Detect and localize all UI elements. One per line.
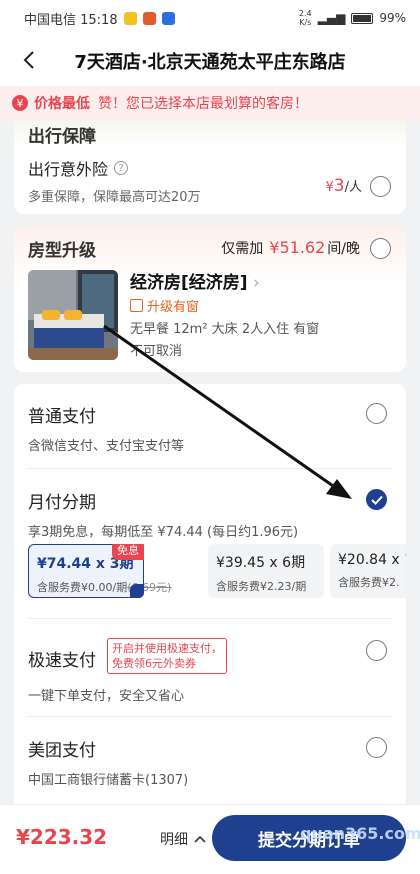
fast-pay-promo-tag: 开启并使用极速支付，免费领6元外卖券 — [107, 638, 227, 674]
payment-option-meituan[interactable]: 美团支付 中国工商银行储蓄卡(1307) — [28, 736, 392, 788]
payment-option-monthly[interactable]: 月付分期 享3期免息，每期低至 ¥74.44 (每日约1.96元) — [28, 488, 392, 540]
payment-methods-card: 普通支付 含微信支付、支付宝支付等 月付分期 享3期免息，每期低至 ¥74.44… — [14, 384, 406, 804]
lowest-price-banner: ¥ 价格最低 赞！您已选择本店最划算的客房！ — [0, 86, 420, 120]
payment-name: 月付分期 — [28, 493, 96, 513]
window-upgrade-tag: 升级有窗 — [130, 296, 199, 315]
banner-message: 赞！您已选择本店最划算的客房！ — [98, 96, 308, 112]
status-bar: 中国电信 15:18 2.4 K/s ▂▄▆ 99% — [0, 0, 420, 36]
carrier-time: 中国电信 15:18 — [24, 12, 118, 28]
upgrade-extra-price: 仅需加 ¥51.62 间/晚 — [221, 238, 360, 257]
insurance-name: 出行意外险 ? — [28, 156, 129, 180]
plan-3-months[interactable]: ¥74.44 x 3期 含服务费¥0.00/期(6.69元) 免息 — [28, 544, 171, 598]
window-icon — [130, 299, 143, 312]
monthly-payment-radio[interactable] — [366, 489, 387, 510]
divider — [28, 468, 392, 469]
fast-payment-radio[interactable] — [366, 640, 387, 661]
meituan-payment-radio[interactable] — [366, 737, 387, 758]
upgrade-radio[interactable] — [370, 238, 391, 259]
room-image[interactable] — [28, 270, 118, 360]
notification-icon — [142, 11, 156, 25]
installment-plans: ¥74.44 x 3期 含服务费¥0.00/期(6.69元) 免息 ¥39.45… — [28, 544, 406, 602]
check-icon — [370, 495, 383, 505]
payment-sub: 一键下单支付，安全又省心 — [28, 689, 185, 704]
payment-option-normal[interactable]: 普通支付 含微信支付、支付宝支付等 — [28, 402, 392, 454]
insurance-radio[interactable] — [370, 176, 391, 197]
divider — [28, 716, 392, 717]
cancel-policy: 不可取消 — [130, 344, 183, 359]
payment-sub: 享3期免息，每期低至 ¥74.44 (每日约1.96元) — [28, 525, 299, 540]
plan-6-months[interactable]: ¥39.45 x 6期 含服务费¥2.23/期 — [208, 544, 324, 598]
room-info: 无早餐 12m² 大床 2人入住 有窗 — [130, 322, 320, 337]
divider — [28, 618, 392, 619]
payment-name: 美团支付 — [28, 741, 96, 761]
plan-12-months[interactable]: ¥20.84 x 1 含服务费¥2. — [330, 544, 406, 598]
chevron-up-icon — [194, 835, 206, 843]
interest-free-badge: 免息 — [112, 544, 144, 560]
battery-level: 99% — [379, 11, 406, 25]
page-title: 7天酒店·北京天通苑太平庄东路店 — [74, 52, 346, 73]
insurance-desc: 多重保障，保障最高可达20万 — [28, 190, 201, 205]
price-detail-toggle[interactable]: 明细 — [160, 829, 206, 849]
payment-sub: 中国工商银行储蓄卡(1307) — [28, 773, 189, 788]
normal-payment-radio[interactable] — [366, 403, 387, 424]
signal-icon: ▂▄▆ — [317, 11, 346, 25]
notification-icon — [123, 11, 137, 25]
help-icon[interactable]: ? — [114, 161, 129, 175]
notification-icon — [161, 11, 175, 25]
network-speed: 2.4 K/s — [298, 9, 312, 27]
selected-corner-icon — [130, 584, 144, 598]
room-name-link[interactable]: 经济房[经济房] › — [130, 268, 260, 293]
payment-sub: 含微信支付、支付宝支付等 — [28, 439, 185, 454]
section-title: 出行保障 — [28, 127, 96, 147]
insurance-price: ¥3/人 — [325, 176, 363, 196]
back-arrow-icon[interactable] — [18, 48, 42, 72]
section-title: 房型升级 — [28, 241, 96, 261]
travel-protection-card: 出行保障 出行意外险 ? 多重保障，保障最高可达20万 ¥3/人 — [14, 120, 406, 214]
battery-icon — [351, 12, 374, 24]
total-price: ¥223.32 — [16, 825, 108, 849]
room-upgrade-card: 房型升级 仅需加 ¥51.62 间/晚 经济房[经济房] › 升级有窗 无早餐 12… — [14, 226, 406, 372]
watermark: quan365.com — [300, 824, 420, 843]
price-tag-icon: ¥ — [12, 95, 28, 111]
banner-label: 价格最低 — [34, 96, 90, 112]
chevron-right-icon: › — [247, 273, 260, 293]
nav-bar: 7天酒店·北京天通苑太平庄东路店 — [0, 36, 420, 86]
payment-name: 普通支付 — [28, 407, 96, 427]
